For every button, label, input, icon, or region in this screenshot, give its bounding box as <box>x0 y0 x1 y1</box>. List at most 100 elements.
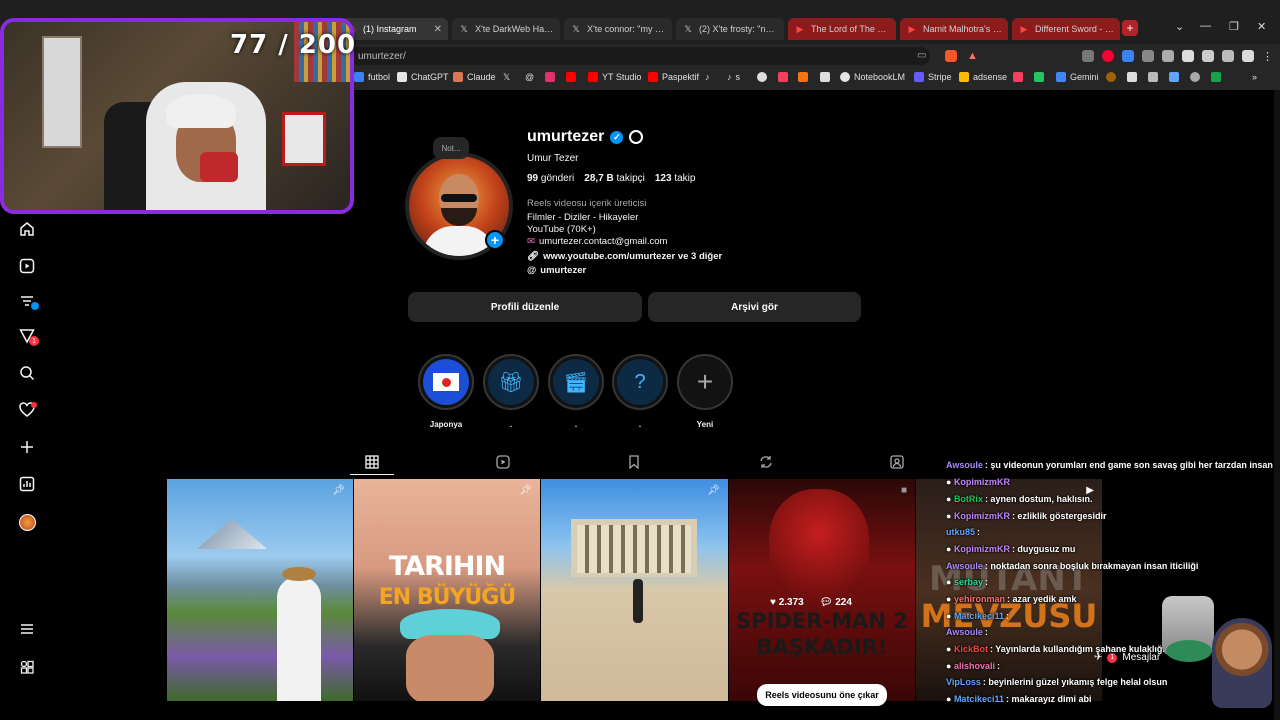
mountain-shape <box>197 519 267 549</box>
screen-share-icon[interactable]: ▭ <box>917 50 929 62</box>
bookmark-tiktok[interactable]: ♪ <box>705 72 710 82</box>
meta-apps-icon[interactable] <box>17 657 37 677</box>
add-story-icon[interactable]: + <box>485 230 505 250</box>
bookmark-7[interactable] <box>1106 72 1116 82</box>
followers-count[interactable]: 28,7 B takipçi <box>584 173 645 184</box>
bookmark-1[interactable] <box>757 72 767 82</box>
bookmark-adsense[interactable]: adsense <box>959 72 1007 82</box>
ai-icon[interactable] <box>1222 50 1234 62</box>
menu-icon[interactable]: ⋮ <box>1262 50 1274 63</box>
close-window-icon[interactable]: ✕ <box>1257 20 1266 33</box>
bookmark-claude[interactable]: Claude <box>453 72 496 82</box>
tab-x-darkweb[interactable]: 𝕏 X'te DarkWeb Haber: <box>452 18 560 40</box>
search-icon[interactable] <box>17 363 37 383</box>
framed-picture <box>282 112 326 166</box>
tab-x-frosty[interactable]: 𝕏 (2) X'te frosty: "nolan <box>676 18 784 40</box>
tab-instagram[interactable]: ◎(1) Instagram✕ <box>340 18 448 40</box>
tab-reels-icon[interactable] <box>495 454 511 470</box>
brave-rewards-icon[interactable]: ▲ <box>967 50 979 62</box>
view-archive-button[interactable]: Arşivi gör <box>648 292 861 322</box>
highlight-clapperboard[interactable]: 🎬︎ . <box>548 354 604 429</box>
youtube-icon <box>588 72 598 82</box>
bookmark-11[interactable] <box>1190 72 1200 82</box>
close-tab-icon[interactable]: ✕ <box>434 24 442 35</box>
threads-link[interactable]: @ umurtezer <box>527 265 586 276</box>
tab-posts-grid-icon[interactable] <box>364 454 380 470</box>
highlight-new[interactable]: + Yeni <box>677 354 733 429</box>
music-icon[interactable] <box>1162 50 1174 62</box>
chat-line: ● KopimizmKR: duygusuz mu <box>946 544 1076 554</box>
bookmark-8[interactable] <box>1127 72 1137 82</box>
jar-contents <box>1166 640 1212 662</box>
home-icon[interactable] <box>17 219 37 239</box>
bookmark-notebooklm[interactable]: NotebookLM <box>840 72 905 82</box>
create-plus-icon[interactable] <box>17 437 37 457</box>
more-menu-icon[interactable] <box>17 619 37 639</box>
likes-count: ♥ 2.373 <box>770 597 804 608</box>
tab-youtube-namit[interactable]: ▶Namit Malhotra's Ram <box>900 18 1008 40</box>
youtube-icon <box>566 72 576 82</box>
wallet-icon[interactable] <box>1202 50 1214 62</box>
youtube-icon <box>648 72 658 82</box>
bio-link[interactable]: 🔗︎ www.youtube.com/umurtezer ve 3 diğer <box>527 251 722 262</box>
messages-button[interactable]: ✈ 1 Mesajlar <box>1094 652 1160 663</box>
highlight-gift[interactable]: 🎁︎ . <box>483 354 539 429</box>
url-field[interactable]: umurtezer/ <box>350 47 930 65</box>
bookmark-12[interactable] <box>1211 72 1221 82</box>
tab-list-icon[interactable]: ⌄ <box>1175 20 1184 33</box>
bookmark-5[interactable] <box>1013 72 1023 82</box>
highlight-question[interactable]: ? . <box>612 354 668 429</box>
bookmark-9[interactable] <box>1148 72 1158 82</box>
bookmark-yt-studio[interactable]: YT Studio <box>588 72 641 82</box>
minimize-icon[interactable]: — <box>1200 20 1211 32</box>
bookmark-threads[interactable]: @ <box>525 72 534 82</box>
new-tab-button[interactable]: + <box>1122 20 1138 36</box>
vpn-icon[interactable] <box>1242 50 1254 62</box>
bookmark-stripe[interactable]: Stripe <box>914 72 952 82</box>
chat-line: ● BotRix: aynen dostum, haklısın. <box>946 494 1093 504</box>
extension-icon[interactable] <box>1142 50 1154 62</box>
extension-icon[interactable] <box>1082 50 1094 62</box>
hover-stats: ♥ 2.373 💬︎ 224 <box>770 597 852 608</box>
reels-icon[interactable] <box>17 256 37 276</box>
bookmark-6[interactable] <box>1034 72 1044 82</box>
tab-reposts-icon[interactable] <box>758 454 774 470</box>
chat-line: Awsoule: şu videonun yorumları end game … <box>946 460 1280 470</box>
highlight-japonya[interactable]: Japonya <box>418 354 474 429</box>
profile-avatar-icon[interactable] <box>17 512 37 532</box>
maximize-icon[interactable]: ❐ <box>1229 20 1239 33</box>
bookmark-x[interactable]: 𝕏 <box>503 72 510 83</box>
sidebar-icon[interactable] <box>1182 50 1194 62</box>
following-count[interactable]: 123 takip <box>655 173 696 184</box>
bookmark-tiktok-s[interactable]: ♪ s <box>727 72 740 82</box>
post-tile[interactable]: 📌︎ <box>167 479 353 701</box>
post-tile[interactable]: SPIDER-MAN 2 BAŞKADIR! ■ <box>729 479 915 701</box>
extension-icon[interactable] <box>1102 50 1114 62</box>
post-tile[interactable]: TARIHIN EN BÜYÜĞÜ 📌︎ <box>354 479 540 701</box>
edit-profile-button[interactable]: Profili düzenle <box>408 292 642 322</box>
bookmarks-overflow[interactable]: » <box>1252 72 1257 82</box>
feature-reels-button[interactable]: Reels videosunu öne çıkar <box>757 684 887 706</box>
tab-x-connor[interactable]: 𝕏 X'te connor: "my god <box>564 18 672 40</box>
bookmark-instagram[interactable] <box>545 72 555 82</box>
brave-shield-icon[interactable] <box>945 50 957 62</box>
page-scrollbar[interactable] <box>1274 90 1280 720</box>
settings-gear-icon[interactable] <box>629 130 644 144</box>
profile-note[interactable]: Not... <box>433 137 469 159</box>
bookmark-10[interactable] <box>1169 72 1179 82</box>
insights-icon[interactable] <box>17 474 37 494</box>
tab-saved-icon[interactable] <box>626 454 642 470</box>
bookmark-2[interactable] <box>778 72 788 82</box>
bookmark-gemini[interactable]: Gemini <box>1056 72 1099 82</box>
extension-icon[interactable] <box>1122 50 1134 62</box>
bookmark-3[interactable] <box>798 72 808 82</box>
bookmark-paspektif[interactable]: Paspektif <box>648 72 699 82</box>
tab-youtube-sword[interactable]: ▶ Different Sword - You <box>1012 18 1120 40</box>
bookmark-youtube[interactable] <box>566 72 576 82</box>
post-tile[interactable]: 📌︎ <box>541 479 728 701</box>
bookmark-futbol[interactable]: futbol <box>354 72 390 82</box>
tab-tagged-icon[interactable] <box>889 454 905 470</box>
bookmark-chatgpt[interactable]: ChatGPT <box>397 72 449 82</box>
tab-youtube-lotr[interactable]: ▶The Lord of The Rings <box>788 18 896 40</box>
bookmark-4[interactable] <box>820 72 830 82</box>
